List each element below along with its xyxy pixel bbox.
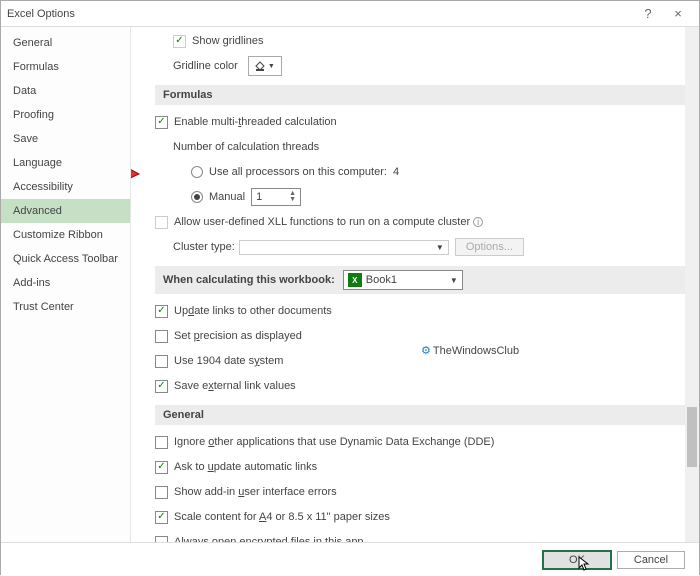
label-ask-update: Ask to update automatic links — [174, 461, 317, 473]
label-addin-errors: Show add-in user interface errors — [174, 486, 337, 498]
sidebar-item-qat[interactable]: Quick Access Toolbar — [1, 247, 130, 271]
gridline-color-picker[interactable]: ▼ — [248, 56, 282, 76]
workbook-combo[interactable]: XBook1▼ — [343, 270, 463, 290]
info-icon[interactable]: i — [473, 217, 483, 227]
label-set-precision: Set precision as displayed — [174, 330, 302, 342]
chevron-down-icon: ▼ — [450, 276, 458, 285]
checkbox-scale-a4[interactable] — [155, 511, 168, 524]
checkbox-enable-mt-calc[interactable] — [155, 116, 168, 129]
excel-icon: X — [348, 273, 362, 287]
checkbox-allow-xll — [155, 216, 168, 229]
bucket-icon — [255, 61, 265, 71]
window-title: Excel Options — [7, 8, 633, 20]
cluster-type-combo: ▼ — [239, 240, 449, 255]
radio-use-all[interactable] — [191, 166, 203, 178]
cluster-options-button: Options... — [455, 238, 524, 256]
label-manual: Manual — [209, 191, 245, 203]
label-cluster-type: Cluster type: — [173, 241, 235, 253]
sidebar-item-customize-ribbon[interactable]: Customize Ribbon — [1, 223, 130, 247]
sidebar-item-save[interactable]: Save — [1, 127, 130, 151]
label-allow-xll: Allow user-defined XLL functions to run … — [174, 216, 470, 228]
radio-manual[interactable] — [191, 191, 203, 203]
label-show-gridlines: Show gridlines — [192, 35, 264, 47]
label-1904: Use 1904 date system — [174, 355, 283, 367]
checkbox-set-precision[interactable] — [155, 330, 168, 343]
checkbox-save-external[interactable] — [155, 380, 168, 393]
label-ignore-dde: Ignore other applications that use Dynam… — [174, 436, 494, 448]
sidebar: General Formulas Data Proofing Save Lang… — [1, 27, 131, 542]
value-cpu-count: 4 — [393, 166, 399, 178]
label-use-all: Use all processors on this computer: — [209, 166, 387, 178]
label-scale-a4: Scale content for A4 or 8.5 x 11" paper … — [174, 511, 390, 523]
label-num-threads: Number of calculation threads — [173, 141, 319, 153]
sidebar-item-addins[interactable]: Add-ins — [1, 271, 130, 295]
sidebar-item-advanced[interactable]: Advanced — [1, 199, 130, 223]
close-icon[interactable]: × — [663, 6, 693, 21]
help-icon[interactable]: ? — [633, 6, 663, 21]
scrollbar[interactable] — [685, 27, 699, 542]
chevron-down-icon: ▼ — [268, 63, 275, 70]
checkbox-show-gridlines[interactable] — [173, 35, 186, 48]
sidebar-item-accessibility[interactable]: Accessibility — [1, 175, 130, 199]
cancel-button[interactable]: Cancel — [617, 551, 685, 569]
section-formulas: Formulas — [155, 85, 691, 105]
content-pane: ⚙TheWindowsClub Show gridlines Gridline … — [131, 27, 699, 542]
sidebar-item-proofing[interactable]: Proofing — [1, 103, 130, 127]
label-always-open-enc: Always open encrypted files in this app — [174, 536, 364, 542]
label-save-external: Save external link values — [174, 380, 296, 392]
manual-threads-spinner[interactable]: 1▲▼ — [251, 188, 301, 206]
checkbox-addin-errors[interactable] — [155, 486, 168, 499]
label-gridline-color: Gridline color — [173, 60, 238, 72]
sidebar-item-formulas[interactable]: Formulas — [1, 55, 130, 79]
section-general: General — [155, 405, 691, 425]
checkbox-update-links[interactable] — [155, 305, 168, 318]
callout-arrow-icon — [131, 155, 141, 189]
sidebar-item-general[interactable]: General — [1, 31, 130, 55]
scroll-thumb[interactable] — [687, 407, 697, 467]
section-when-calc: When calculating this workbook: XBook1▼ — [155, 266, 691, 294]
ok-button[interactable]: OK — [543, 551, 611, 569]
label-update-links: Update links to other documents — [174, 305, 332, 317]
checkbox-1904[interactable] — [155, 355, 168, 368]
checkbox-always-open-enc[interactable] — [155, 536, 168, 543]
label-enable-mt-calc: Enable multi-threaded calculation — [174, 116, 337, 128]
chevron-down-icon: ▼ — [436, 243, 444, 252]
sidebar-item-data[interactable]: Data — [1, 79, 130, 103]
spinner-arrows-icon[interactable]: ▲▼ — [289, 191, 296, 203]
sidebar-item-trust-center[interactable]: Trust Center — [1, 295, 130, 319]
sidebar-item-language[interactable]: Language — [1, 151, 130, 175]
checkbox-ask-update[interactable] — [155, 461, 168, 474]
checkbox-ignore-dde[interactable] — [155, 436, 168, 449]
